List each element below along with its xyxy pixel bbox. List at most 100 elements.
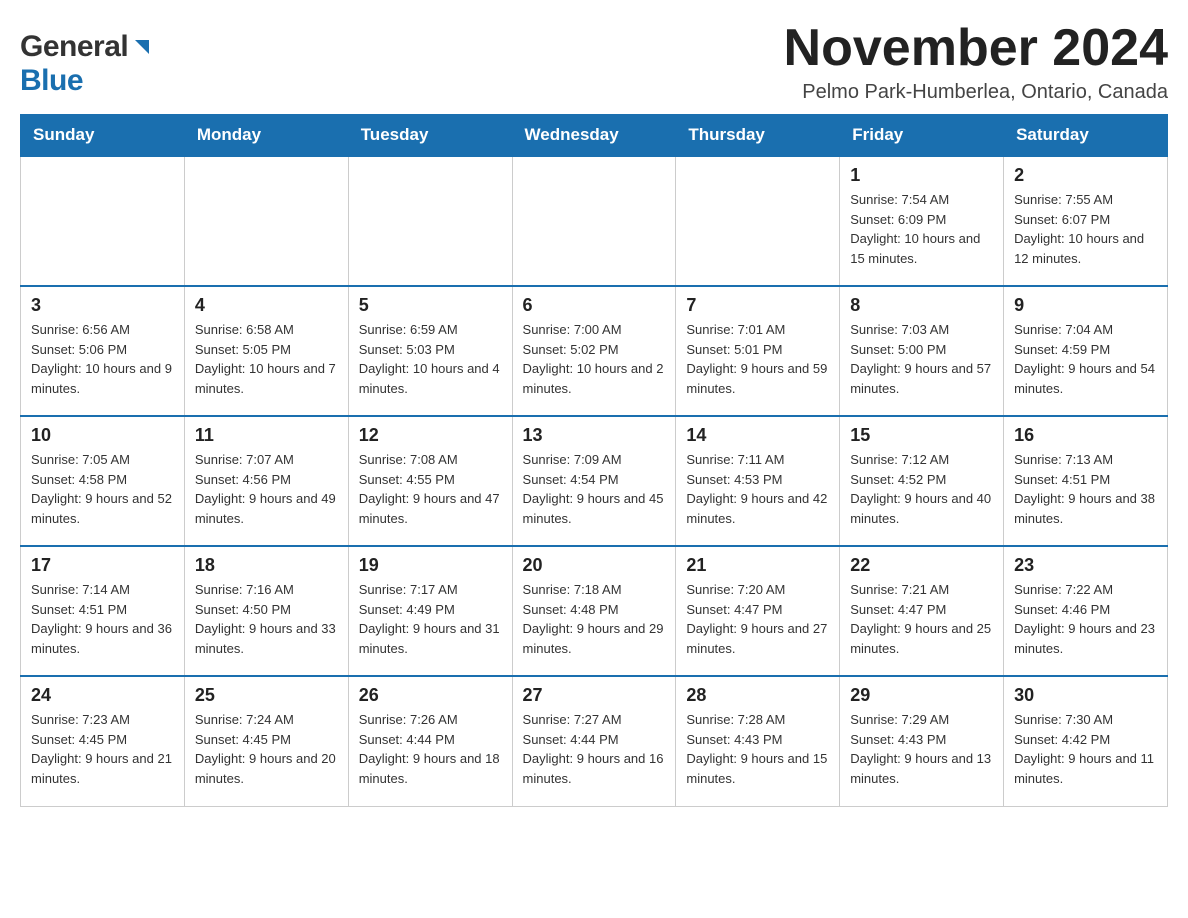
day-number: 16 [1014,425,1157,446]
calendar-cell: 7 Sunrise: 7:01 AMSunset: 5:01 PMDaylight… [676,286,840,416]
day-number: 11 [195,425,338,446]
calendar-cell: 15 Sunrise: 7:12 AMSunset: 4:52 PMDayligh… [840,416,1004,546]
day-info: Sunrise: 7:13 AMSunset: 4:51 PMDaylight:… [1014,450,1157,528]
calendar-cell: 11 Sunrise: 7:07 AMSunset: 4:56 PMDayligh… [184,416,348,546]
calendar-cell: 22 Sunrise: 7:21 AMSunset: 4:47 PMDayligh… [840,546,1004,676]
calendar-cell: 28 Sunrise: 7:28 AMSunset: 4:43 PMDayligh… [676,676,840,806]
day-number: 26 [359,685,502,706]
day-info: Sunrise: 6:59 AMSunset: 5:03 PMDaylight:… [359,320,502,398]
day-number: 8 [850,295,993,316]
calendar-cell [184,156,348,286]
calendar-cell: 30Sunrise: 7:30 AMSunset: 4:42 PMDayligh… [1004,676,1168,806]
day-info: Sunrise: 7:16 AMSunset: 4:50 PMDaylight:… [195,580,338,658]
page-header: General Blue November 2024 Pelmo Park-Hu… [20,20,1168,104]
day-info: Sunrise: 7:18 AMSunset: 4:48 PMDaylight:… [523,580,666,658]
calendar-cell: 27 Sunrise: 7:27 AMSunset: 4:44 PMDayligh… [512,676,676,806]
day-info: Sunrise: 7:22 AMSunset: 4:46 PMDaylight:… [1014,580,1157,658]
day-info: Sunrise: 7:55 AMSunset: 6:07 PMDaylight:… [1014,190,1157,268]
day-info: Sunrise: 7:00 AMSunset: 5:02 PMDaylight:… [523,320,666,398]
calendar-cell: 3 Sunrise: 6:56 AMSunset: 5:06 PMDaylight… [21,286,185,416]
calendar-cell: 26 Sunrise: 7:26 AMSunset: 4:44 PMDayligh… [348,676,512,806]
day-number: 7 [686,295,829,316]
calendar-cell: 13Sunrise: 7:09 AMSunset: 4:54 PMDayligh… [512,416,676,546]
calendar-cell: 8 Sunrise: 7:03 AMSunset: 5:00 PMDaylight… [840,286,1004,416]
day-info: Sunrise: 7:28 AMSunset: 4:43 PMDaylight:… [686,710,829,788]
logo-blue-text: Blue [20,64,83,97]
day-number: 1 [850,165,993,186]
header-monday: Monday [184,115,348,157]
calendar-cell: 5Sunrise: 6:59 AMSunset: 5:03 PMDaylight… [348,286,512,416]
calendar-header-row: Sunday Monday Tuesday Wednesday Thursday… [21,115,1168,157]
calendar-week-row: 24 Sunrise: 7:23 AMSunset: 4:45 PMDayligh… [21,676,1168,806]
logo-triangle-icon [131,36,153,63]
header-friday: Friday [840,115,1004,157]
calendar-cell: 14Sunrise: 7:11 AMSunset: 4:53 PMDayligh… [676,416,840,546]
calendar-cell: 4Sunrise: 6:58 AMSunset: 5:05 PMDaylight… [184,286,348,416]
day-info: Sunrise: 7:01 AMSunset: 5:01 PMDaylight:… [686,320,829,398]
header-wednesday: Wednesday [512,115,676,157]
day-info: Sunrise: 7:05 AMSunset: 4:58 PMDaylight:… [31,450,174,528]
day-number: 12 [359,425,502,446]
calendar-cell: 23Sunrise: 7:22 AMSunset: 4:46 PMDayligh… [1004,546,1168,676]
day-number: 10 [31,425,174,446]
calendar-cell: 29 Sunrise: 7:29 AMSunset: 4:43 PMDayligh… [840,676,1004,806]
header-sunday: Sunday [21,115,185,157]
title-section: November 2024 Pelmo Park-Humberlea, Onta… [784,20,1168,104]
day-number: 14 [686,425,829,446]
day-number: 17 [31,555,174,576]
day-info: Sunrise: 7:23 AMSunset: 4:45 PMDaylight:… [31,710,174,788]
day-number: 25 [195,685,338,706]
calendar-cell: 9 Sunrise: 7:04 AMSunset: 4:59 PMDaylight… [1004,286,1168,416]
day-number: 15 [850,425,993,446]
day-number: 28 [686,685,829,706]
location: Pelmo Park-Humberlea, Ontario, Canada [784,81,1168,104]
calendar-cell: 24 Sunrise: 7:23 AMSunset: 4:45 PMDayligh… [21,676,185,806]
calendar-cell: 20Sunrise: 7:18 AMSunset: 4:48 PMDayligh… [512,546,676,676]
day-info: Sunrise: 7:27 AMSunset: 4:44 PMDaylight:… [523,710,666,788]
day-number: 27 [523,685,666,706]
calendar-cell: 12 Sunrise: 7:08 AMSunset: 4:55 PMDayligh… [348,416,512,546]
calendar-cell [676,156,840,286]
day-number: 9 [1014,295,1157,316]
calendar-week-row: 1Sunrise: 7:54 AMSunset: 6:09 PMDaylight… [21,156,1168,286]
header-thursday: Thursday [676,115,840,157]
calendar-cell [512,156,676,286]
calendar-cell: 6Sunrise: 7:00 AMSunset: 5:02 PMDaylight… [512,286,676,416]
calendar-cell: 16 Sunrise: 7:13 AMSunset: 4:51 PMDayligh… [1004,416,1168,546]
day-number: 3 [31,295,174,316]
day-info: Sunrise: 7:12 AMSunset: 4:52 PMDaylight:… [850,450,993,528]
day-number: 29 [850,685,993,706]
day-number: 2 [1014,165,1157,186]
calendar-cell: 2 Sunrise: 7:55 AMSunset: 6:07 PMDaylight… [1004,156,1168,286]
calendar-cell: 19Sunrise: 7:17 AMSunset: 4:49 PMDayligh… [348,546,512,676]
day-number: 4 [195,295,338,316]
day-info: Sunrise: 7:07 AMSunset: 4:56 PMDaylight:… [195,450,338,528]
day-number: 30 [1014,685,1157,706]
header-saturday: Saturday [1004,115,1168,157]
day-info: Sunrise: 7:29 AMSunset: 4:43 PMDaylight:… [850,710,993,788]
calendar-week-row: 17 Sunrise: 7:14 AMSunset: 4:51 PMDayligh… [21,546,1168,676]
day-number: 18 [195,555,338,576]
day-info: Sunrise: 7:24 AMSunset: 4:45 PMDaylight:… [195,710,338,788]
day-info: Sunrise: 7:09 AMSunset: 4:54 PMDaylight:… [523,450,666,528]
header-tuesday: Tuesday [348,115,512,157]
day-number: 21 [686,555,829,576]
day-info: Sunrise: 7:03 AMSunset: 5:00 PMDaylight:… [850,320,993,398]
day-number: 22 [850,555,993,576]
calendar-cell: 18 Sunrise: 7:16 AMSunset: 4:50 PMDayligh… [184,546,348,676]
calendar-cell: 10 Sunrise: 7:05 AMSunset: 4:58 PMDayligh… [21,416,185,546]
day-number: 24 [31,685,174,706]
month-title: November 2024 [784,20,1168,77]
day-info: Sunrise: 7:14 AMSunset: 4:51 PMDaylight:… [31,580,174,658]
day-info: Sunrise: 6:56 AMSunset: 5:06 PMDaylight:… [31,320,174,398]
calendar-cell: 1Sunrise: 7:54 AMSunset: 6:09 PMDaylight… [840,156,1004,286]
logo-general-text: General [20,30,128,64]
day-info: Sunrise: 7:08 AMSunset: 4:55 PMDaylight:… [359,450,502,528]
day-info: Sunrise: 7:26 AMSunset: 4:44 PMDaylight:… [359,710,502,788]
day-info: Sunrise: 7:04 AMSunset: 4:59 PMDaylight:… [1014,320,1157,398]
day-info: Sunrise: 7:20 AMSunset: 4:47 PMDaylight:… [686,580,829,658]
calendar-week-row: 3 Sunrise: 6:56 AMSunset: 5:06 PMDaylight… [21,286,1168,416]
calendar-cell: 17 Sunrise: 7:14 AMSunset: 4:51 PMDayligh… [21,546,185,676]
day-info: Sunrise: 7:21 AMSunset: 4:47 PMDaylight:… [850,580,993,658]
day-number: 19 [359,555,502,576]
